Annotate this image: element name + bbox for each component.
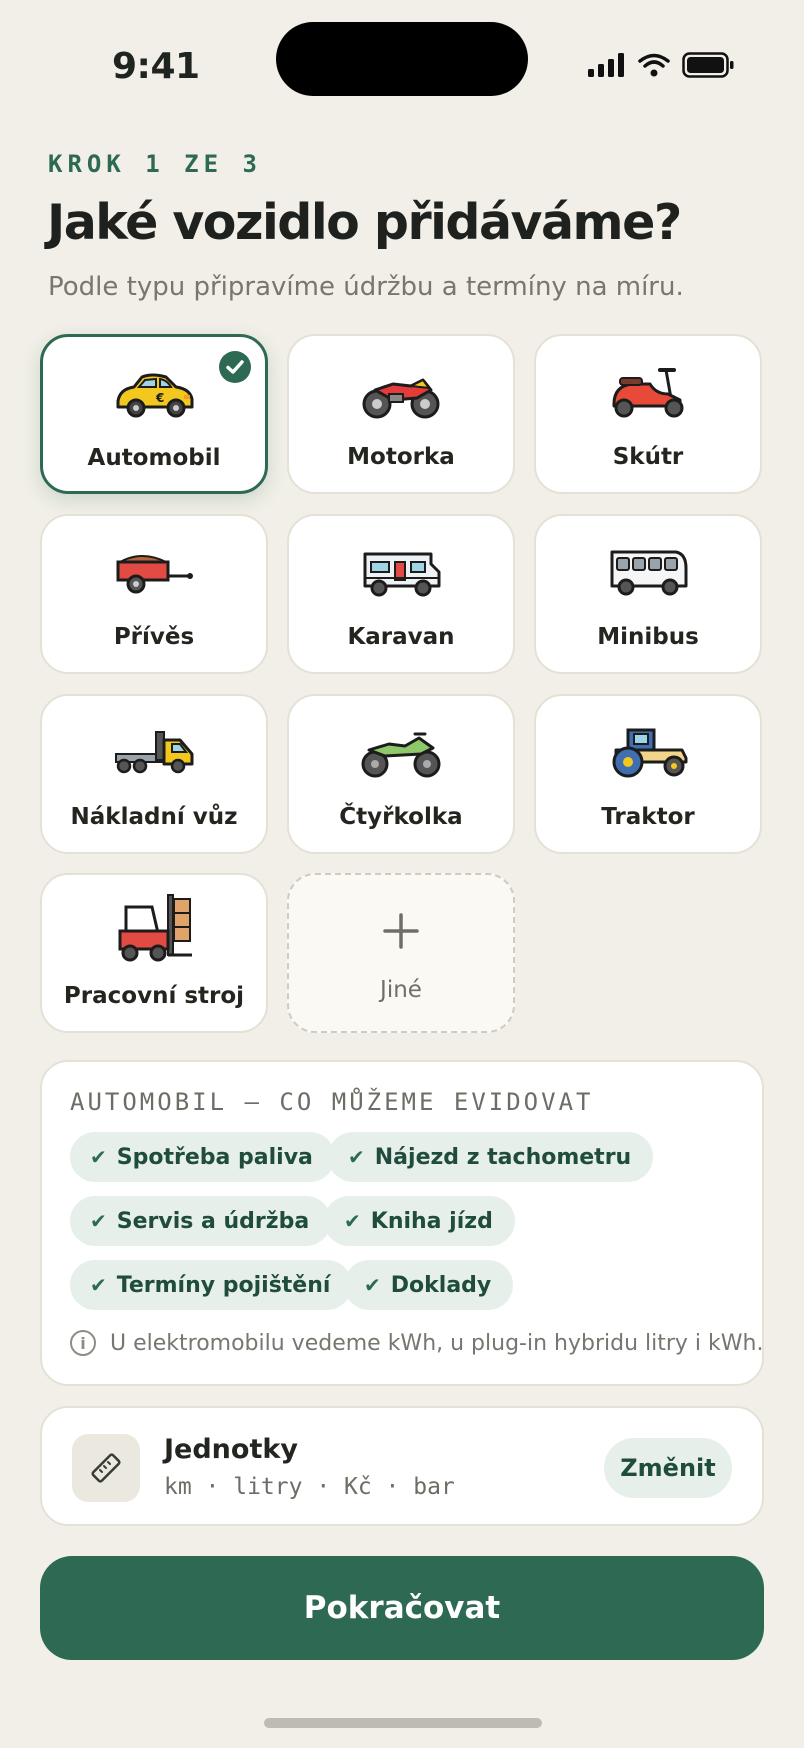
tracking-chip: ✔ Servis a údržba — [70, 1196, 332, 1246]
info-icon: i — [70, 1330, 96, 1356]
cellular-signal-icon — [588, 53, 624, 77]
vehicle-option-automobil[interactable]: € Automobil — [40, 334, 268, 494]
truck-icon — [115, 731, 194, 774]
vehicle-option-karavan[interactable]: Karavan — [287, 514, 515, 674]
check-icon: ✔ — [344, 1209, 361, 1233]
step-indicator: KROK 1 ZE 3 — [48, 150, 262, 178]
vehicle-label: Čtyřkolka — [339, 804, 463, 830]
minibus-icon — [610, 550, 688, 596]
vehicle-option-nakladni-vuz[interactable]: Nákladní vůz — [40, 694, 268, 854]
ruler-icon — [72, 1434, 140, 1502]
vehicle-label: Přívěs — [113, 624, 195, 650]
status-icons — [588, 52, 734, 78]
tracking-panel-title: AUTOMOBIL — CO MŮŽEME EVIDOVAT — [70, 1088, 594, 1116]
battery-icon — [682, 52, 734, 78]
check-icon: ✔ — [364, 1273, 381, 1297]
check-icon: ✔ — [90, 1273, 107, 1297]
page-title: Jaké vozidlo přidáváme? — [47, 194, 682, 251]
tracking-chip: ✔ Termíny pojištění — [70, 1260, 353, 1310]
vehicle-label: Motorka — [347, 444, 455, 470]
dynamic-island — [276, 22, 528, 96]
check-icon: ✔ — [90, 1209, 107, 1233]
forklift-icon — [118, 894, 192, 962]
change-units-button[interactable]: Změnit — [604, 1438, 732, 1498]
atv-icon — [361, 732, 441, 778]
chip-label: Nájezd z tachometru — [374, 1144, 632, 1170]
chip-label: Servis a údržba — [116, 1208, 310, 1234]
chip-label: Doklady — [390, 1272, 492, 1298]
wifi-icon — [638, 53, 670, 77]
vehicle-option-jine[interactable]: Jiné — [287, 873, 515, 1033]
status-bar: 9:41 — [0, 0, 804, 130]
tracking-chip: ✔ Doklady — [344, 1260, 514, 1310]
tracking-note: i U elektromobilu vedeme kWh, u plug-in … — [70, 1330, 763, 1356]
page-subtitle: Podle typu připravíme údržbu a termíny n… — [48, 272, 684, 302]
vehicle-label: Traktor — [601, 804, 695, 830]
vehicle-option-prives[interactable]: Přívěs — [40, 514, 268, 674]
vehicle-option-traktor[interactable]: Traktor — [534, 694, 762, 854]
vehicle-option-ctyrkolka[interactable]: Čtyřkolka — [287, 694, 515, 854]
tracking-chip: ✔ Kniha jízd — [324, 1196, 515, 1246]
units-title: Jednotky — [164, 1434, 298, 1465]
vehicle-label: Karavan — [347, 624, 455, 650]
tracking-chip: ✔ Spotřeba paliva — [70, 1132, 335, 1182]
screen: 9:41 KROK 1 ZE 3 Jaké vozidlo přidáváme?… — [0, 0, 804, 1748]
vehicle-option-pracovni-stroj[interactable]: Pracovní stroj — [40, 873, 268, 1033]
units-value: km · litry · Kč · bar — [164, 1474, 455, 1500]
tractor-icon — [612, 728, 688, 778]
chip-label: Termíny pojištění — [116, 1272, 331, 1298]
vehicle-option-skutr[interactable]: Skútr — [534, 334, 762, 494]
vehicle-label: Nákladní vůz — [70, 804, 238, 830]
vehicle-label: Skútr — [612, 444, 684, 470]
tracking-note-text: U elektromobilu vedeme kWh, u plug-in hy… — [110, 1330, 764, 1356]
status-time: 9:41 — [112, 46, 200, 87]
car-icon: € — [116, 373, 194, 418]
home-indicator — [264, 1718, 542, 1728]
units-row: Jednotky km · litry · Kč · bar Změnit — [40, 1406, 764, 1526]
motorcycle-icon — [362, 378, 440, 419]
plus-icon — [289, 905, 513, 963]
continue-button[interactable]: Pokračovat — [40, 1556, 764, 1660]
chip-label: Spotřeba paliva — [116, 1144, 313, 1170]
scooter-icon — [612, 368, 684, 418]
vehicle-option-minibus[interactable]: Minibus — [534, 514, 762, 674]
chip-label: Kniha jízd — [370, 1208, 493, 1234]
svg-text:€: € — [155, 391, 164, 405]
tracking-chip: ✔ Nájezd z tachometru — [328, 1132, 654, 1182]
vehicle-label: Jiné — [380, 977, 422, 1003]
tracking-panel: AUTOMOBIL — CO MŮŽEME EVIDOVAT ✔ Spotřeba… — [40, 1060, 764, 1386]
vehicle-label: Automobil — [87, 445, 221, 471]
vehicle-label: Pracovní stroj — [63, 983, 245, 1009]
trailer-icon — [116, 555, 193, 594]
vehicle-option-motorka[interactable]: Motorka — [287, 334, 515, 494]
check-icon: ✔ — [348, 1145, 365, 1169]
caravan-icon — [363, 552, 441, 597]
vehicle-label: Minibus — [597, 624, 699, 650]
check-icon: ✔ — [90, 1145, 107, 1169]
